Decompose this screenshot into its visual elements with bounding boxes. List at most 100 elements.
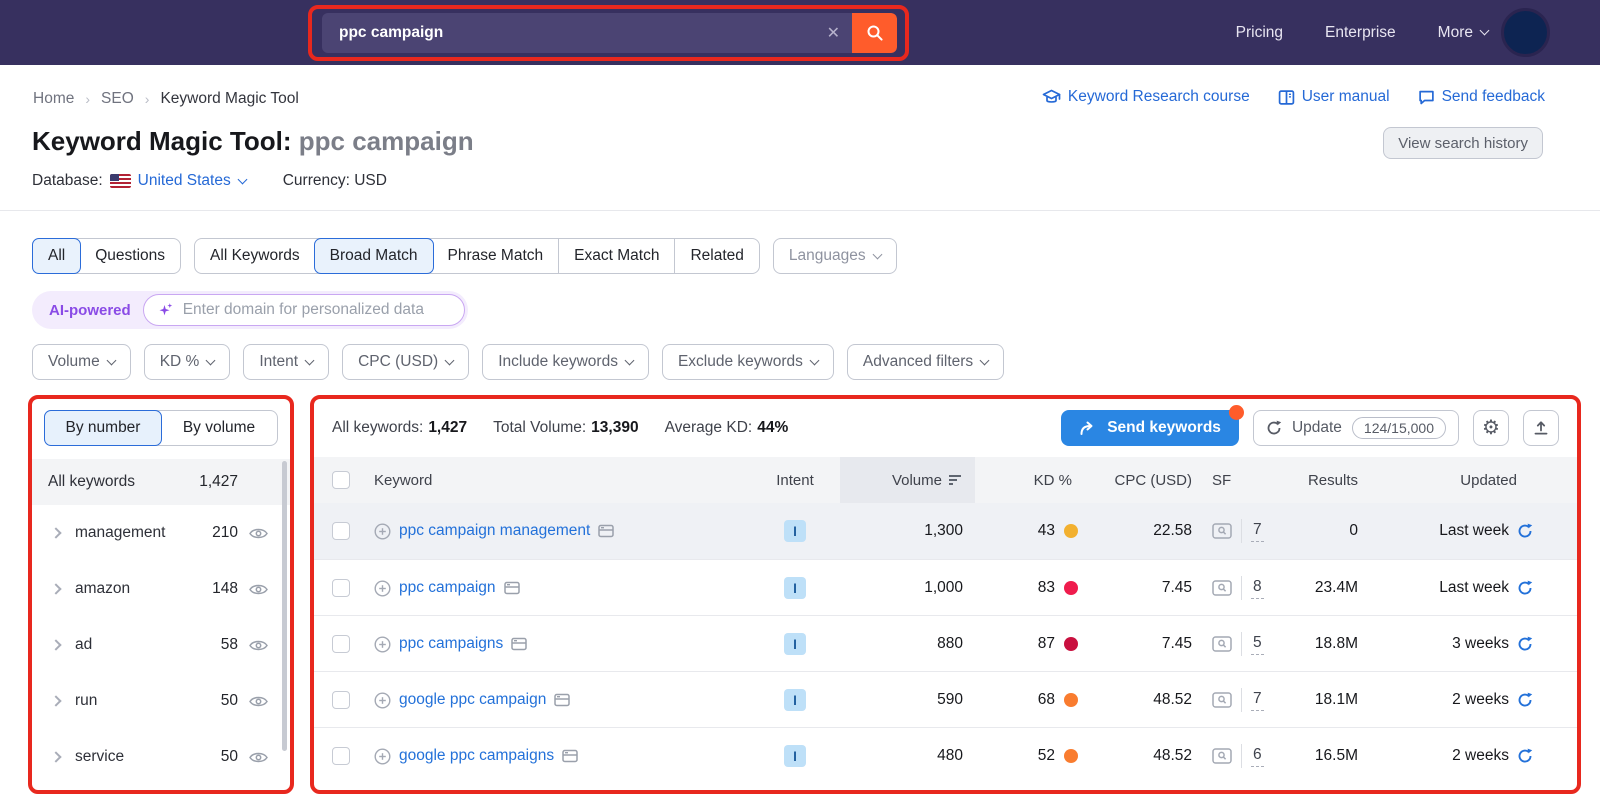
- eye-icon[interactable]: [249, 751, 268, 764]
- serp-card-icon[interactable]: [511, 637, 528, 651]
- user-manual-link[interactable]: User manual: [1278, 88, 1390, 106]
- toggle-by-number[interactable]: By number: [44, 410, 162, 446]
- serp-card-icon[interactable]: [554, 693, 571, 707]
- row-checkbox[interactable]: [332, 522, 350, 540]
- add-keyword-icon[interactable]: [374, 747, 391, 765]
- keyword-link[interactable]: ppc campaign management: [399, 522, 590, 540]
- filter-kd[interactable]: KD %: [143, 344, 231, 380]
- send-feedback-link[interactable]: Send feedback: [1418, 88, 1545, 106]
- view-search-history-button[interactable]: View search history: [1383, 127, 1543, 159]
- serp-preview-icon[interactable]: [1212, 580, 1232, 596]
- group-row-run[interactable]: run 50: [32, 673, 290, 729]
- export-button[interactable]: [1523, 410, 1559, 446]
- filter-volume[interactable]: Volume: [32, 344, 131, 380]
- breadcrumb-home[interactable]: Home: [33, 90, 74, 108]
- add-keyword-icon[interactable]: [374, 579, 391, 597]
- intent-badge[interactable]: I: [784, 689, 806, 711]
- select-all-checkbox[interactable]: [332, 471, 350, 489]
- row-checkbox[interactable]: [332, 635, 350, 653]
- keyword-search-box[interactable]: ✕: [322, 13, 897, 53]
- sf-count[interactable]: 6: [1251, 746, 1264, 767]
- all-keywords-row[interactable]: All keywords 1,427: [32, 459, 290, 505]
- avatar[interactable]: [1501, 8, 1550, 57]
- refresh-icon[interactable]: [1517, 692, 1533, 708]
- keyword-link[interactable]: ppc campaign: [399, 579, 496, 597]
- filter-advanced[interactable]: Advanced filters: [846, 344, 1005, 380]
- col-results[interactable]: Results: [1292, 457, 1378, 503]
- tab-exact-match[interactable]: Exact Match: [558, 239, 675, 273]
- refresh-icon[interactable]: [1517, 523, 1533, 539]
- col-intent[interactable]: Intent: [750, 457, 840, 503]
- tab-broad-match[interactable]: Broad Match: [313, 238, 434, 274]
- row-checkbox[interactable]: [332, 691, 350, 709]
- filter-cpc[interactable]: CPC (USD): [342, 344, 470, 380]
- languages-dropdown[interactable]: Languages: [772, 238, 897, 274]
- serp-preview-icon[interactable]: [1212, 748, 1232, 764]
- add-keyword-icon[interactable]: [374, 635, 391, 653]
- group-row-management[interactable]: management 210: [32, 505, 290, 561]
- serp-card-icon[interactable]: [503, 581, 520, 595]
- tab-all-keywords[interactable]: All Keywords: [195, 239, 315, 273]
- serp-preview-icon[interactable]: [1212, 636, 1232, 652]
- nav-pricing[interactable]: Pricing: [1236, 24, 1283, 42]
- eye-icon[interactable]: [249, 695, 268, 708]
- sidebar-scrollbar[interactable]: [282, 461, 287, 751]
- col-sf[interactable]: SF: [1200, 457, 1292, 503]
- eye-icon[interactable]: [249, 639, 268, 652]
- col-updated[interactable]: Updated: [1378, 457, 1577, 503]
- eye-icon[interactable]: [249, 583, 268, 596]
- col-keyword[interactable]: Keyword: [360, 457, 750, 503]
- serp-preview-icon[interactable]: [1212, 692, 1232, 708]
- filter-include-keywords[interactable]: Include keywords: [482, 344, 649, 380]
- tab-phrase-match[interactable]: Phrase Match: [432, 239, 559, 273]
- serp-card-icon[interactable]: [562, 749, 578, 763]
- keyword-research-course-link[interactable]: Keyword Research course: [1042, 88, 1250, 106]
- toggle-by-volume[interactable]: By volume: [161, 411, 277, 445]
- intent-badge[interactable]: I: [784, 633, 806, 655]
- col-cpc[interactable]: CPC (USD): [1090, 457, 1200, 503]
- refresh-icon[interactable]: [1517, 580, 1533, 596]
- keyword-link[interactable]: google ppc campaigns: [399, 747, 554, 765]
- domain-input-wrap[interactable]: [142, 294, 465, 326]
- send-keywords-button[interactable]: Send keywords: [1061, 405, 1244, 446]
- row-checkbox[interactable]: [332, 579, 350, 597]
- tab-related[interactable]: Related: [674, 239, 759, 273]
- group-row-service[interactable]: service 50: [32, 729, 290, 785]
- tab-all[interactable]: All: [32, 238, 82, 274]
- col-volume[interactable]: Volume: [840, 457, 975, 503]
- clear-search-icon[interactable]: ✕: [815, 23, 852, 43]
- nav-more[interactable]: More: [1438, 24, 1490, 42]
- serp-preview-icon[interactable]: [1212, 523, 1232, 539]
- database-selector[interactable]: United States: [138, 172, 248, 190]
- add-keyword-icon[interactable]: [374, 522, 391, 540]
- refresh-icon[interactable]: [1517, 636, 1533, 652]
- keyword-link[interactable]: ppc campaigns: [399, 635, 503, 653]
- intent-badge[interactable]: I: [784, 745, 806, 767]
- intent-badge[interactable]: I: [784, 520, 806, 542]
- update-button[interactable]: Update 124/15,000: [1252, 410, 1459, 446]
- col-kd[interactable]: KD %: [975, 457, 1090, 503]
- refresh-icon[interactable]: [1517, 748, 1533, 764]
- nav-enterprise[interactable]: Enterprise: [1325, 24, 1396, 42]
- group-row-ad[interactable]: ad 58: [32, 617, 290, 673]
- add-keyword-icon[interactable]: [374, 691, 391, 709]
- domain-input[interactable]: [182, 301, 450, 319]
- sf-count[interactable]: 8: [1251, 578, 1264, 599]
- tab-questions[interactable]: Questions: [80, 239, 181, 273]
- filter-intent[interactable]: Intent: [243, 344, 330, 380]
- search-input[interactable]: [322, 24, 815, 42]
- breadcrumb-seo[interactable]: SEO: [101, 90, 134, 108]
- intent-badge[interactable]: I: [784, 577, 806, 599]
- sf-count[interactable]: 7: [1251, 521, 1264, 542]
- sf-count[interactable]: 7: [1251, 690, 1264, 711]
- serp-card-icon[interactable]: [598, 524, 615, 538]
- sf-count[interactable]: 5: [1251, 634, 1264, 655]
- filter-exclude-keywords[interactable]: Exclude keywords: [661, 344, 834, 380]
- row-checkbox[interactable]: [332, 747, 350, 765]
- eye-icon[interactable]: [249, 527, 268, 540]
- chevron-down-icon: [444, 355, 455, 365]
- search-button[interactable]: [852, 13, 897, 53]
- table-settings-button[interactable]: ⚙: [1473, 410, 1509, 446]
- group-row-amazon[interactable]: amazon 148: [32, 561, 290, 617]
- keyword-link[interactable]: google ppc campaign: [399, 691, 546, 709]
